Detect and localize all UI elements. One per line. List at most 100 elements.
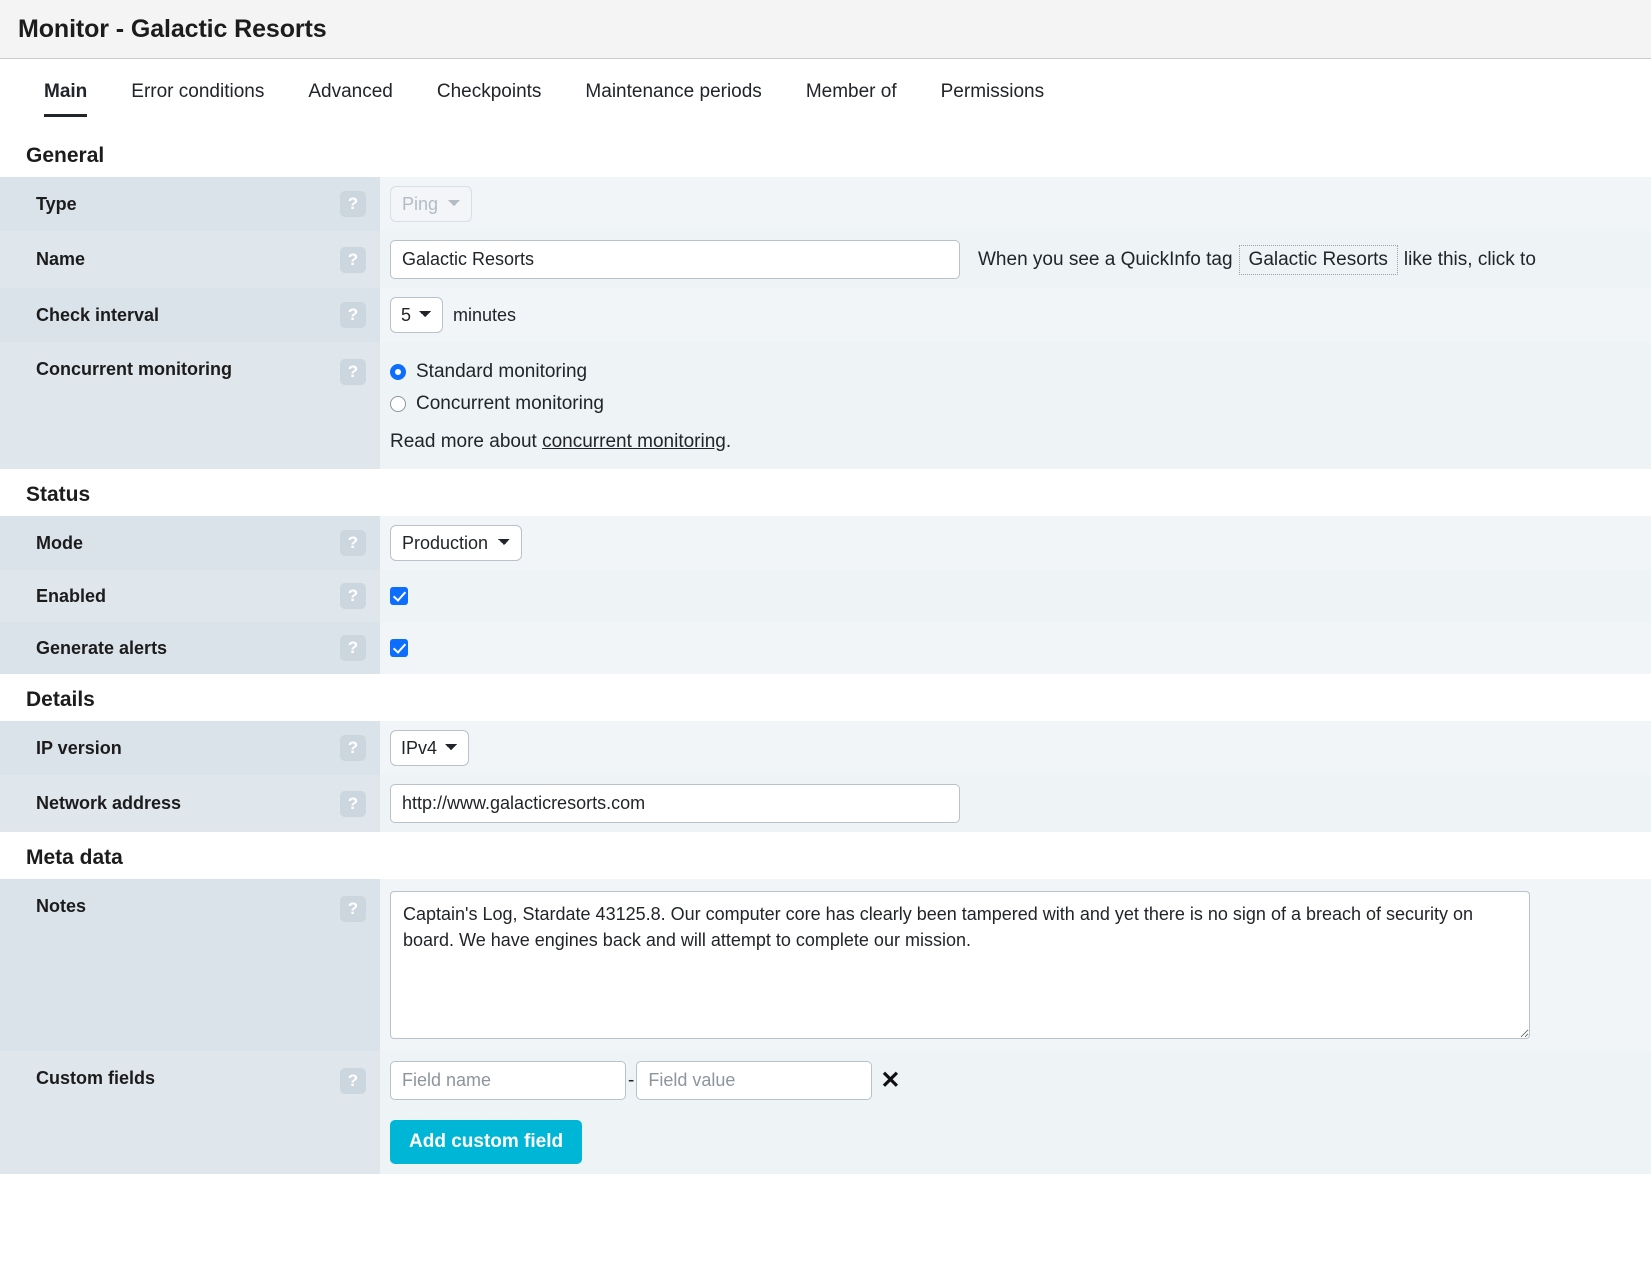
row-check-interval-value-cell: 5 minutes [380, 288, 1651, 342]
check-interval-select[interactable]: 5 [390, 297, 443, 333]
quickinfo-prefix-text: When you see a QuickInfo tag [978, 248, 1233, 270]
radio-option-standard[interactable]: Standard monitoring [390, 356, 587, 388]
help-icon[interactable]: ? [340, 790, 366, 817]
row-network-address-label: Network address [36, 793, 182, 813]
help-icon[interactable]: ? [340, 191, 366, 217]
row-check-interval-label: Check interval [36, 304, 160, 325]
row-ip-version-value-cell: IPv4 [380, 721, 1651, 775]
row-enabled-label-cell: Enabled ? [0, 570, 380, 622]
radio-concurrent-monitoring-label: Concurrent monitoring [416, 393, 604, 414]
custom-field-separator: - [628, 1069, 635, 1091]
read-more-prefix: Read more about [390, 431, 537, 452]
status-form: Mode ? Production Enabled ? Generate ale… [0, 516, 1651, 674]
row-notes-value-cell: Captain's Log, Stardate 43125.8. Our com… [380, 879, 1651, 1051]
general-form: Type ? Ping Name ? When you see a QuickI… [0, 177, 1651, 469]
network-address-input[interactable] [390, 784, 960, 823]
row-concurrent-value-cell: Standard monitoring Concurrent monitorin… [380, 342, 1651, 469]
page-header: Monitor - Galactic Resorts [0, 0, 1651, 58]
tab-permissions-label: Permissions [940, 81, 1045, 102]
remove-custom-field-icon[interactable]: ✕ [880, 1068, 900, 1093]
mode-select[interactable]: Production [390, 525, 522, 561]
check-interval-unit: minutes [453, 304, 517, 325]
quickinfo-suffix-text: like this, click to [1403, 248, 1536, 270]
row-enabled-label: Enabled [36, 585, 107, 606]
help-icon[interactable]: ? [340, 246, 366, 273]
read-more-suffix: . [725, 431, 732, 452]
section-title-meta-data: Meta data [26, 846, 123, 869]
section-title-details: Details [26, 688, 95, 711]
tab-maintenance-periods-label: Maintenance periods [585, 81, 762, 102]
tab-member-of[interactable]: Member of [784, 81, 919, 117]
ip-version-select[interactable]: IPv4 [390, 730, 469, 766]
help-icon[interactable]: ? [340, 635, 366, 661]
row-mode: Mode ? Production [0, 516, 1651, 570]
quickinfo-tag[interactable]: Galactic Resorts [1238, 244, 1398, 275]
help-icon[interactable]: ? [340, 359, 366, 385]
custom-field-name-input[interactable] [390, 1061, 626, 1100]
row-concurrent-monitoring: Concurrent monitoring ? Standard monitor… [0, 342, 1651, 469]
tab-member-of-label: Member of [805, 81, 897, 102]
row-concurrent-label: Concurrent monitoring [36, 359, 232, 379]
row-enabled-value-cell [380, 570, 1651, 622]
row-mode-label: Mode [36, 532, 83, 553]
help-icon[interactable]: ? [340, 896, 366, 922]
radio-standard-monitoring-label: Standard monitoring [416, 361, 588, 382]
section-title-status: Status [26, 483, 91, 506]
page-title: Monitor - Galactic Resorts [18, 14, 327, 43]
custom-field-value-input[interactable] [636, 1061, 873, 1100]
row-custom-fields: Custom fields ? - ✕ Add custom field [0, 1051, 1651, 1174]
enabled-checkbox[interactable] [390, 587, 408, 605]
help-icon[interactable]: ? [340, 1068, 366, 1094]
radio-standard-monitoring-icon[interactable] [390, 364, 406, 380]
tab-advanced[interactable]: Advanced [286, 81, 415, 117]
add-custom-field-button[interactable]: Add custom field [390, 1120, 583, 1164]
read-more-text: Read more about concurrent monitoring. [390, 420, 731, 453]
tab-checkpoints-label: Checkpoints [436, 81, 542, 102]
radio-concurrent-monitoring-icon[interactable] [390, 396, 406, 412]
notes-textarea[interactable]: Captain's Log, Stardate 43125.8. Our com… [390, 891, 1530, 1039]
row-custom-fields-value-cell: - ✕ Add custom field [380, 1051, 1651, 1174]
row-type-value-cell: Ping [380, 177, 1651, 231]
tab-advanced-label: Advanced [308, 81, 393, 102]
row-generate-alerts: Generate alerts ? [0, 622, 1651, 674]
row-notes-label-cell: Notes ? [0, 879, 380, 1051]
row-name: Name ? When you see a QuickInfo tag Gala… [0, 231, 1651, 288]
row-check-interval-label-cell: Check interval ? [0, 288, 380, 342]
row-ip-version-label-cell: IP version ? [0, 721, 380, 775]
custom-field-row: - ✕ [390, 1061, 900, 1100]
tab-main[interactable]: Main [22, 81, 109, 117]
name-input[interactable] [390, 240, 960, 279]
row-name-label-cell: Name ? [0, 231, 380, 288]
tab-error-conditions-label: Error conditions [131, 81, 265, 102]
type-select[interactable]: Ping [390, 186, 472, 222]
section-title-general: General [26, 144, 105, 167]
help-icon[interactable]: ? [340, 735, 366, 761]
row-generate-alerts-label: Generate alerts [36, 637, 168, 658]
row-type: Type ? Ping [0, 177, 1651, 231]
tab-permissions[interactable]: Permissions [919, 81, 1066, 117]
row-concurrent-label-cell: Concurrent monitoring ? [0, 342, 380, 469]
row-network-address: Network address ? [0, 775, 1651, 832]
tab-maintenance-periods[interactable]: Maintenance periods [563, 81, 783, 117]
row-generate-alerts-label-cell: Generate alerts ? [0, 622, 380, 674]
row-check-interval: Check interval ? 5 minutes [0, 288, 1651, 342]
help-icon[interactable]: ? [340, 302, 366, 328]
generate-alerts-checkbox[interactable] [390, 639, 408, 657]
help-icon[interactable]: ? [340, 530, 366, 556]
tab-main-label: Main [44, 81, 88, 102]
tab-bar: Main Error conditions Advanced Checkpoin… [0, 58, 1651, 130]
row-notes: Notes ? Captain's Log, Stardate 43125.8.… [0, 879, 1651, 1051]
tab-checkpoints[interactable]: Checkpoints [415, 81, 564, 117]
quickinfo-hint: When you see a QuickInfo tag Galactic Re… [978, 244, 1536, 275]
row-notes-label: Notes [36, 896, 87, 916]
help-icon[interactable]: ? [340, 583, 366, 609]
row-ip-version: IP version ? IPv4 [0, 721, 1651, 775]
concurrent-monitoring-link[interactable]: concurrent monitoring [542, 431, 726, 452]
row-mode-value-cell: Production [380, 516, 1651, 570]
row-name-label: Name [36, 249, 86, 269]
meta-data-form: Notes ? Captain's Log, Stardate 43125.8.… [0, 879, 1651, 1174]
row-type-label: Type [36, 193, 77, 214]
radio-option-concurrent[interactable]: Concurrent monitoring [390, 388, 604, 420]
tab-error-conditions[interactable]: Error conditions [109, 81, 286, 117]
row-type-label-cell: Type ? [0, 177, 380, 231]
